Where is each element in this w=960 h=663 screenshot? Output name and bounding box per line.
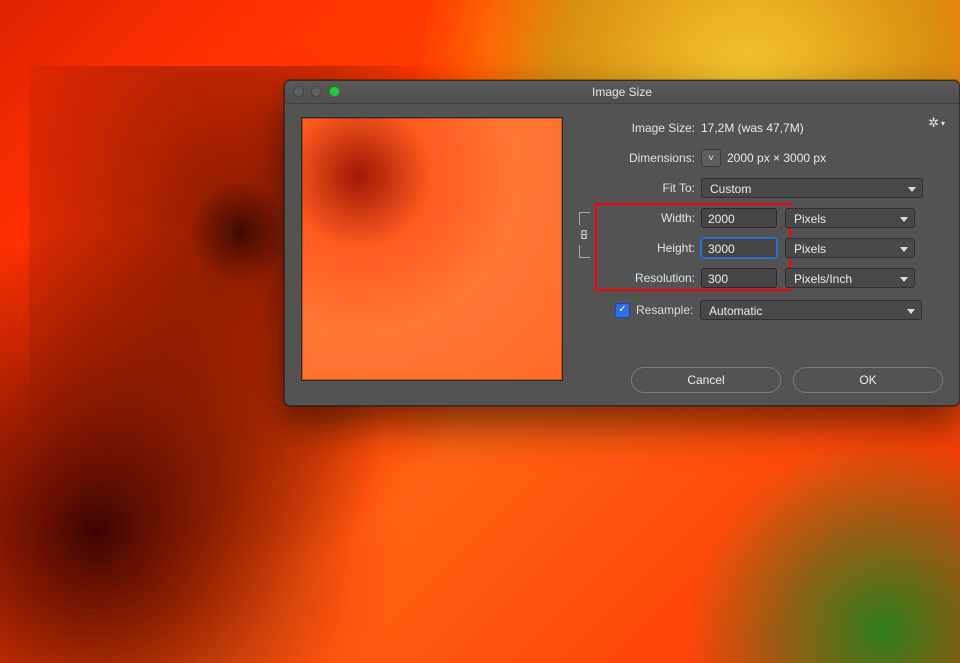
chevron-down-icon: ˅ <box>708 153 714 164</box>
close-icon[interactable] <box>293 86 304 97</box>
resolution-value: 300 <box>708 272 728 286</box>
image-size-value: 17,2M (was 47,7M) <box>701 121 804 135</box>
ok-label: OK <box>859 373 876 387</box>
fit-to-value: Custom <box>710 182 751 196</box>
preview-image[interactable] <box>301 117 563 381</box>
width-value: 2000 <box>708 212 735 226</box>
resolution-label: Resolution: <box>575 271 701 285</box>
cancel-button[interactable]: Cancel <box>631 367 781 393</box>
dialog-titlebar[interactable]: Image Size <box>285 81 959 104</box>
bracket-icon <box>579 245 590 258</box>
resample-checkbox[interactable] <box>615 303 630 318</box>
settings-menu-button[interactable]: ✲▾ <box>928 115 945 131</box>
width-unit-select[interactable]: Pixels <box>785 208 915 228</box>
dimensions-unit-toggle[interactable]: ˅ <box>701 149 721 167</box>
image-size-label: Image Size: <box>575 121 701 135</box>
minimize-icon[interactable] <box>311 86 322 97</box>
width-label: Width: <box>575 211 701 225</box>
dimensions-label: Dimensions: <box>575 151 701 165</box>
dialog-title: Image Size <box>592 85 652 99</box>
link-icon: 𐌇 <box>577 225 591 245</box>
height-label: Height: <box>575 241 701 255</box>
controls-pane: ✲▾ Image Size: 17,2M (was 47,7M) Dimensi… <box>565 103 959 405</box>
resample-select[interactable]: Automatic <box>700 300 922 320</box>
resolution-unit-value: Pixels/Inch <box>794 272 852 286</box>
height-input[interactable]: 3000 <box>701 238 777 258</box>
bracket-icon <box>579 212 590 225</box>
chevron-down-icon: ▾ <box>941 119 945 128</box>
height-value: 3000 <box>708 242 735 256</box>
preview-pane <box>285 103 565 405</box>
fit-to-select[interactable]: Custom <box>701 178 923 198</box>
height-unit-select[interactable]: Pixels <box>785 238 915 258</box>
window-controls <box>293 86 340 97</box>
gear-icon: ✲ <box>928 115 939 131</box>
resolution-input[interactable]: 300 <box>701 268 777 288</box>
resample-label: Resample: <box>636 303 700 317</box>
ok-button[interactable]: OK <box>793 367 943 393</box>
resolution-unit-select[interactable]: Pixels/Inch <box>785 268 915 288</box>
cancel-label: Cancel <box>687 373 724 387</box>
width-input[interactable]: 2000 <box>701 208 777 228</box>
dimensions-value: 2000 px × 3000 px <box>727 151 826 165</box>
height-unit-value: Pixels <box>794 242 826 256</box>
zoom-icon[interactable] <box>329 86 340 97</box>
fit-to-label: Fit To: <box>575 181 701 195</box>
image-size-dialog: Image Size ✲▾ Image Size: 17,2M (was 47,… <box>284 80 960 406</box>
resample-value: Automatic <box>709 304 762 318</box>
width-unit-value: Pixels <box>794 212 826 226</box>
constrain-proportions-toggle[interactable]: 𐌇 <box>575 209 593 261</box>
